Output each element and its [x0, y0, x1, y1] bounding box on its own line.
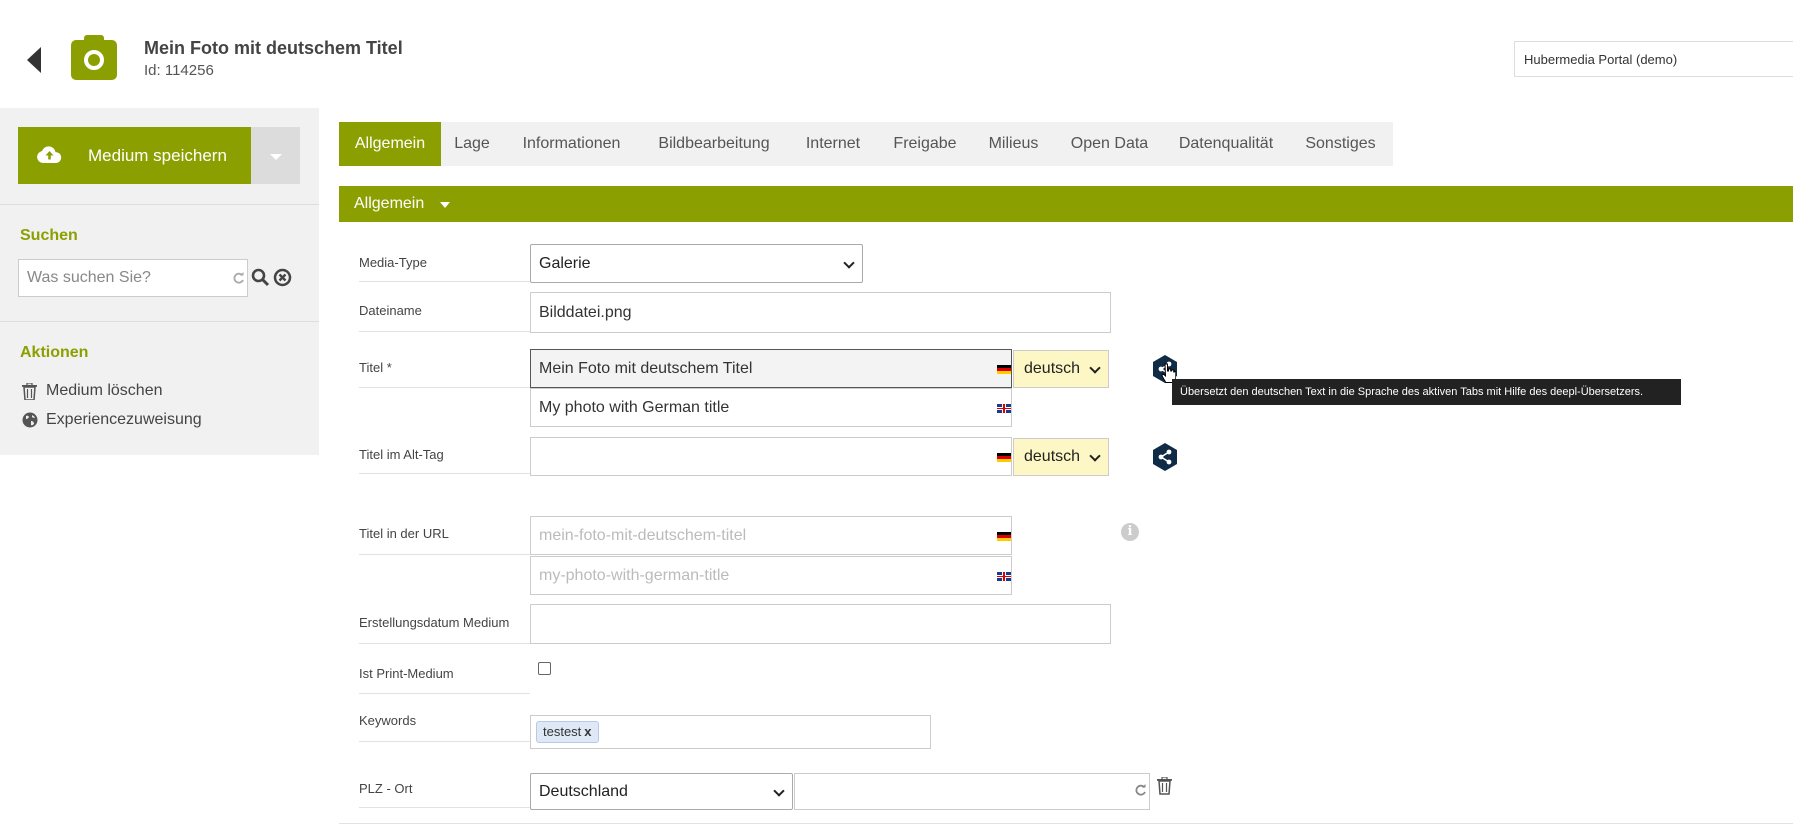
actions-heading: Aktionen	[20, 344, 89, 361]
created-date-field[interactable]	[530, 604, 1111, 644]
experience-assignment-label: Experiencezuweisung	[46, 411, 202, 428]
tab-sonstiges[interactable]: Sonstiges	[1288, 122, 1393, 166]
print-medium-checkbox[interactable]	[538, 662, 551, 675]
keyword-chip-label: testest	[543, 724, 582, 739]
title-en-field[interactable]: My photo with German title	[530, 388, 1012, 427]
tab-datenqualitaet[interactable]: Datenqualität	[1164, 122, 1288, 166]
caret-down-icon	[270, 154, 282, 160]
alt-title-label: Titel im Alt-Tag	[359, 447, 444, 462]
sidebar: Medium speichern Suchen Aktionen Medium …	[0, 108, 319, 455]
divider	[359, 807, 530, 808]
country-value: Deutschland	[539, 782, 628, 800]
search-heading: Suchen	[20, 227, 78, 244]
zip-city-label: PLZ - Ort	[359, 781, 413, 796]
german-flag-icon	[997, 365, 1011, 374]
zip-city-field[interactable]	[794, 773, 1150, 810]
uk-flag-icon	[997, 572, 1011, 581]
keyword-chip: testest x	[536, 721, 599, 743]
media-type-select[interactable]: Galerie	[530, 244, 863, 283]
chevron-down-icon	[773, 784, 785, 797]
globe-icon	[22, 412, 38, 428]
media-type-label: Media-Type	[359, 255, 427, 270]
title-language-value: deutsch	[1024, 360, 1081, 377]
url-title-de-field[interactable]: mein-foto-mit-deutschem-titel	[530, 516, 1012, 555]
clear-search-icon[interactable]	[273, 268, 292, 287]
tab-bar: Allgemein Lage Informationen Bildbearbei…	[339, 122, 1393, 166]
tab-open-data[interactable]: Open Data	[1055, 122, 1164, 166]
divider	[359, 554, 530, 555]
uk-flag-icon	[997, 404, 1011, 413]
title-en-value: My photo with German title	[539, 398, 730, 416]
media-id: Id: 114256	[144, 62, 214, 79]
delete-media-label: Medium löschen	[46, 382, 163, 399]
section-toggle[interactable]: Allgemein	[354, 195, 424, 213]
divider	[359, 643, 530, 644]
portal-selector[interactable]: Hubermedia Portal (demo)	[1514, 41, 1793, 77]
camera-icon	[71, 35, 117, 80]
alt-title-field[interactable]	[530, 437, 1012, 476]
url-title-en-placeholder: my-photo-with-german-title	[539, 566, 730, 584]
divider	[0, 321, 319, 322]
chevron-down-icon	[1089, 450, 1101, 462]
url-title-en-field[interactable]: my-photo-with-german-title	[530, 556, 1012, 595]
search-icon[interactable]	[251, 268, 270, 287]
info-icon[interactable]: i	[1121, 523, 1139, 541]
keywords-label: Keywords	[359, 713, 417, 728]
search-input[interactable]	[18, 259, 248, 297]
country-select[interactable]: Deutschland	[530, 773, 793, 810]
url-title-de-placeholder: mein-foto-mit-deutschem-titel	[539, 526, 747, 544]
tab-milieus[interactable]: Milieus	[972, 122, 1055, 166]
trash-icon	[22, 383, 37, 400]
divider	[359, 331, 530, 332]
page-title: Mein Foto mit deutschem Titel	[144, 38, 403, 58]
divider	[359, 693, 530, 694]
section-header: Allgemein	[339, 186, 1793, 222]
alt-title-language-select[interactable]: deutsch	[1013, 438, 1109, 476]
cloud-upload-icon	[37, 146, 62, 163]
tab-allgemein[interactable]: Allgemein	[339, 122, 441, 166]
caret-down-icon[interactable]	[440, 202, 450, 208]
tab-internet[interactable]: Internet	[788, 122, 878, 166]
refresh-icon[interactable]	[1134, 783, 1147, 797]
save-media-label: Medium speichern	[88, 146, 227, 165]
save-media-button[interactable]: Medium speichern	[18, 127, 251, 184]
tab-bildbearbeitung[interactable]: Bildbearbeitung	[640, 122, 788, 166]
trash-icon[interactable]	[1157, 777, 1172, 795]
created-date-label: Erstellungsdatum Medium	[359, 615, 510, 630]
tab-informationen[interactable]: Informationen	[503, 122, 640, 166]
divider	[359, 473, 530, 474]
filename-field[interactable]: Bilddatei.png	[530, 292, 1111, 333]
remove-keyword-icon[interactable]: x	[584, 724, 591, 739]
deepl-translate-icon[interactable]	[1151, 442, 1179, 472]
title-de-field[interactable]: Mein Foto mit deutschem Titel	[530, 349, 1012, 388]
print-medium-label: Ist Print-Medium	[359, 666, 454, 681]
german-flag-icon	[997, 453, 1011, 462]
divider	[339, 823, 1793, 824]
save-options-dropdown[interactable]	[251, 127, 300, 184]
alt-title-language-value: deutsch	[1024, 448, 1081, 465]
chevron-down-icon	[843, 256, 855, 269]
media-type-value: Galerie	[539, 254, 591, 272]
keywords-input[interactable]: testest x	[530, 715, 931, 749]
back-arrow-icon[interactable]	[27, 47, 41, 73]
url-title-label: Titel in der URL	[359, 526, 449, 541]
chevron-down-icon	[1089, 362, 1101, 374]
filename-label: Dateiname	[359, 303, 422, 318]
divider	[359, 281, 530, 282]
tab-freigabe[interactable]: Freigabe	[878, 122, 972, 166]
deepl-tooltip: Übersetzt den deutschen Text in die Spra…	[1172, 379, 1681, 405]
title-language-select[interactable]: deutsch	[1013, 350, 1109, 388]
title-de-value: Mein Foto mit deutschem Titel	[539, 359, 753, 377]
tab-lage[interactable]: Lage	[441, 122, 503, 166]
german-flag-icon	[997, 532, 1011, 541]
title-label: Titel *	[359, 360, 392, 375]
divider	[0, 204, 319, 205]
divider	[359, 741, 530, 742]
refresh-icon[interactable]	[232, 271, 245, 285]
